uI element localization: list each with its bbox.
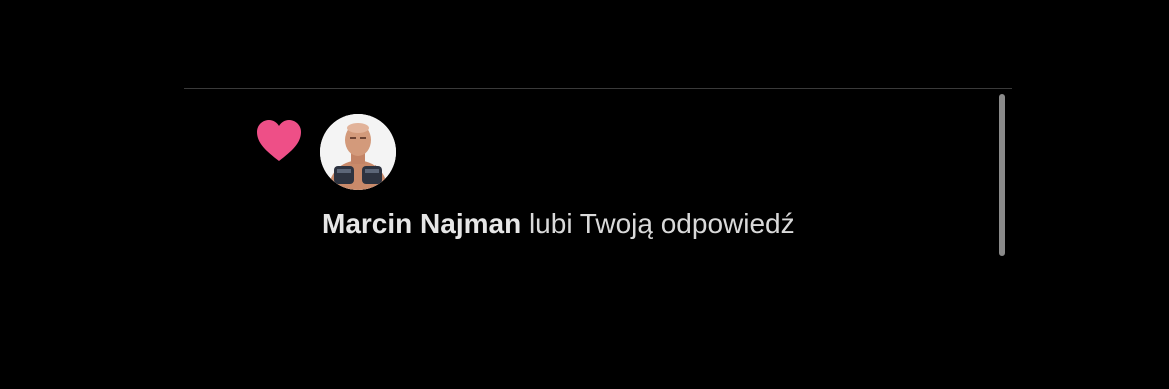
avatar-image (320, 114, 396, 190)
user-name[interactable]: Marcin Najman (322, 208, 521, 239)
action-text: lubi Twoją odpowiedź (521, 208, 795, 239)
heart-icon-svg (257, 120, 301, 161)
notification-text: Marcin Najman lubi Twoją odpowiedź (322, 206, 795, 242)
heart-icon (256, 119, 302, 163)
avatar[interactable] (320, 114, 396, 190)
like-notification[interactable]: Marcin Najman lubi Twoją odpowiedź (184, 89, 1012, 259)
scrollbar[interactable] (999, 94, 1005, 256)
